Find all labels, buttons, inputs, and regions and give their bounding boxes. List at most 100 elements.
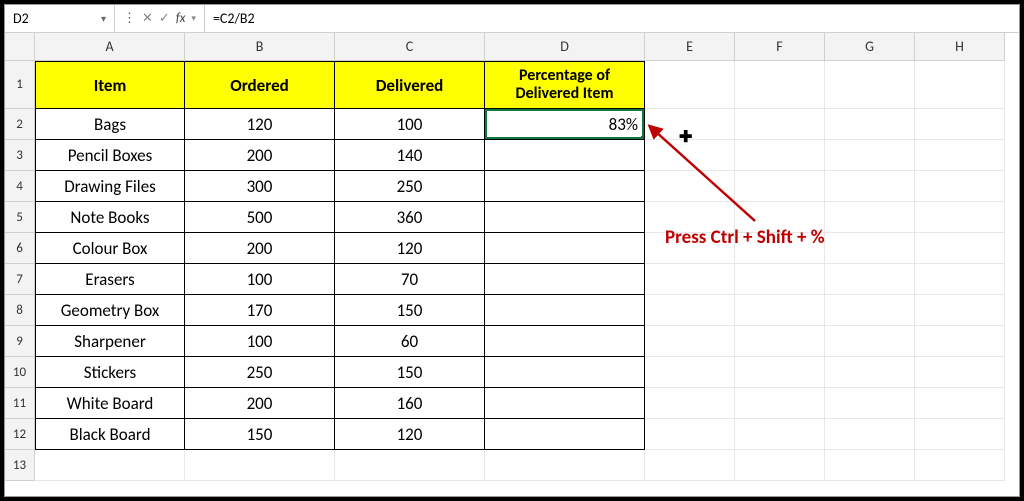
cell-ordered[interactable]: 500 — [185, 202, 335, 233]
column-header[interactable]: A — [35, 33, 185, 61]
cell-empty[interactable] — [645, 109, 735, 140]
formula-input[interactable]: =C2/B2 — [205, 5, 1019, 32]
cell-empty[interactable] — [915, 264, 1005, 295]
chevron-down-icon[interactable]: ▾ — [191, 13, 196, 24]
cell-empty[interactable] — [645, 357, 735, 388]
row-header[interactable]: 8 — [5, 295, 35, 326]
cell-item[interactable]: Colour Box — [35, 233, 185, 264]
cell-delivered[interactable]: 100 — [335, 109, 485, 140]
cell-empty[interactable] — [735, 450, 825, 481]
cell-empty[interactable] — [735, 109, 825, 140]
cell-percentage[interactable] — [485, 295, 645, 326]
cell-empty[interactable] — [645, 295, 735, 326]
cell-empty[interactable] — [915, 295, 1005, 326]
cell-empty[interactable] — [735, 388, 825, 419]
cell-empty[interactable] — [735, 419, 825, 450]
cell-empty[interactable] — [485, 450, 645, 481]
column-header[interactable]: G — [825, 33, 915, 61]
cell-ordered[interactable]: 200 — [185, 140, 335, 171]
cell-empty[interactable] — [645, 388, 735, 419]
cell-empty[interactable] — [915, 171, 1005, 202]
cell-delivered[interactable]: 250 — [335, 171, 485, 202]
cell-empty[interactable] — [915, 61, 1005, 109]
cell-empty[interactable] — [735, 264, 825, 295]
cell-empty[interactable] — [825, 171, 915, 202]
cell-empty[interactable] — [645, 264, 735, 295]
cell-item[interactable]: Stickers — [35, 357, 185, 388]
column-header[interactable]: C — [335, 33, 485, 61]
cell-empty[interactable] — [735, 202, 825, 233]
cell-empty[interactable] — [645, 171, 735, 202]
cell-empty[interactable] — [915, 450, 1005, 481]
cell-delivered[interactable]: 150 — [335, 295, 485, 326]
cell-delivered[interactable]: 120 — [335, 419, 485, 450]
cell-empty[interactable] — [825, 357, 915, 388]
cell-empty[interactable] — [825, 326, 915, 357]
column-header[interactable]: H — [915, 33, 1005, 61]
cell-empty[interactable] — [735, 295, 825, 326]
cell-percentage[interactable] — [485, 388, 645, 419]
cell-delivered[interactable]: 70 — [335, 264, 485, 295]
cell-empty[interactable] — [915, 357, 1005, 388]
cell-empty[interactable] — [915, 109, 1005, 140]
cell-empty[interactable] — [915, 202, 1005, 233]
accept-icon[interactable]: ✓ — [159, 11, 170, 26]
row-header[interactable]: 5 — [5, 202, 35, 233]
cell-delivered[interactable]: 120 — [335, 233, 485, 264]
cell-ordered[interactable]: 150 — [185, 419, 335, 450]
row-header[interactable]: 4 — [5, 171, 35, 202]
cancel-icon[interactable]: ✕ — [142, 11, 153, 26]
cell-empty[interactable] — [735, 140, 825, 171]
column-header[interactable]: D — [485, 33, 645, 61]
row-header[interactable]: 11 — [5, 388, 35, 419]
cell-item[interactable]: Black Board — [35, 419, 185, 450]
cell-empty[interactable] — [735, 233, 825, 264]
cell-percentage[interactable] — [485, 264, 645, 295]
cell-header-ordered[interactable]: Ordered — [185, 61, 335, 109]
cell-empty[interactable] — [915, 233, 1005, 264]
cell-empty[interactable] — [735, 326, 825, 357]
cell-item[interactable]: Erasers — [35, 264, 185, 295]
cell-ordered[interactable]: 100 — [185, 264, 335, 295]
row-header[interactable]: 10 — [5, 357, 35, 388]
cell-empty[interactable] — [825, 140, 915, 171]
cell-empty[interactable] — [645, 61, 735, 109]
name-box[interactable]: D2 ▾ — [5, 5, 115, 32]
cell-empty[interactable] — [825, 295, 915, 326]
cell-delivered[interactable]: 360 — [335, 202, 485, 233]
cell-percentage-selected[interactable]: 83% — [485, 109, 645, 140]
cell-empty[interactable] — [735, 171, 825, 202]
cell-percentage[interactable] — [485, 233, 645, 264]
cell-empty[interactable] — [645, 326, 735, 357]
cell-empty[interactable] — [825, 419, 915, 450]
cell-empty[interactable] — [35, 450, 185, 481]
cell-ordered[interactable]: 200 — [185, 388, 335, 419]
cell-empty[interactable] — [915, 419, 1005, 450]
row-header[interactable]: 6 — [5, 233, 35, 264]
cell-item[interactable]: Drawing Files — [35, 171, 185, 202]
cell-percentage[interactable] — [485, 202, 645, 233]
cell-empty[interactable] — [825, 109, 915, 140]
fill-handle[interactable] — [641, 136, 645, 140]
cell-percentage[interactable] — [485, 419, 645, 450]
cell-empty[interactable] — [825, 202, 915, 233]
cell-empty[interactable] — [825, 233, 915, 264]
cell-empty[interactable] — [185, 450, 335, 481]
cell-empty[interactable] — [825, 388, 915, 419]
cell-empty[interactable] — [645, 140, 735, 171]
cell-header-percentage[interactable]: Percentage of Delivered Item — [485, 61, 645, 109]
fx-icon[interactable]: fx — [176, 11, 186, 26]
cell-delivered[interactable]: 140 — [335, 140, 485, 171]
cell-item[interactable]: Pencil Boxes — [35, 140, 185, 171]
cell-delivered[interactable]: 60 — [335, 326, 485, 357]
cell-empty[interactable] — [335, 450, 485, 481]
cell-empty[interactable] — [915, 140, 1005, 171]
cell-item[interactable]: Geometry Box — [35, 295, 185, 326]
cell-header-delivered[interactable]: Delivered — [335, 61, 485, 109]
cell-empty[interactable] — [915, 388, 1005, 419]
cell-empty[interactable] — [825, 450, 915, 481]
cell-empty[interactable] — [915, 326, 1005, 357]
cell-delivered[interactable]: 160 — [335, 388, 485, 419]
cell-empty[interactable] — [645, 233, 735, 264]
cell-item[interactable]: Sharpener — [35, 326, 185, 357]
